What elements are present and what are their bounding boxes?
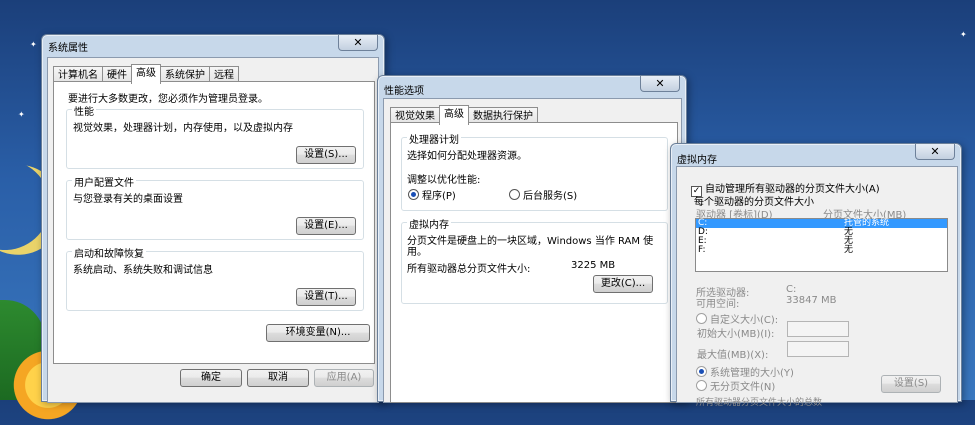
processor-scheduling-group: 处理器计划 选择如何分配处理器资源。 调整以优化性能: 程序(P) 后台服务(S… [401,131,668,211]
vm-desc-line1: 分页文件是硬盘上的一块区域，Windows 当作 RAM 使 [407,236,654,247]
advanced-tab-panel: 处理器计划 选择如何分配处理器资源。 调整以优化性能: 程序(P) 后台服务(S… [390,122,678,403]
window-body: 视觉效果 高级 数据执行保护 处理器计划 选择如何分配处理器资源。 调整以优化性… [383,98,682,403]
radio-custom-size[interactable]: 自定义大小(C): [696,311,778,326]
group-title: 虚拟内存 [407,216,451,231]
close-button[interactable]: ✕ [338,35,378,51]
list-item[interactable]: E: 无 [696,237,947,246]
apply-button[interactable]: 应用(A) [314,369,374,387]
group-desc: 视觉效果，处理器计划，内存使用，以及虚拟内存 [73,123,293,134]
system-properties-titlebar[interactable]: 系统属性 ✕ [42,35,384,55]
group-title: 用户配置文件 [72,174,136,189]
radio-system-managed[interactable]: 系统管理的大小(Y) [696,364,794,379]
performance-group: 性能 视觉效果，处理器计划，内存使用，以及虚拟内存 设置(S)... [66,103,364,169]
window-body: 计算机名 硬件 高级 系统保护 远程 要进行大多数更改，您必须作为管理员登录。 … [47,57,379,403]
close-button[interactable]: ✕ [915,144,955,160]
cancel-button[interactable]: 取消 [247,369,309,387]
free-space-value: 33847 MB [786,295,837,306]
total-size-label: 所有驱动器分页文件大小的总数 [696,398,823,408]
performance-options-window: 性能选项 ✕ 视觉效果 高级 数据执行保护 处理器计划 选择如何分配处理器资源。… [377,75,687,403]
radio-label: 程序(P) [422,191,456,202]
virtual-memory-titlebar[interactable]: 虚拟内存 ✕ [671,144,961,166]
startup-recovery-group: 启动和故障恢复 系统启动、系统失败和调试信息 设置(T)... [66,245,364,311]
window-title: 虚拟内存 [677,155,717,166]
group-desc: 系统启动、系统失败和调试信息 [73,265,213,276]
total-paging-label: 所有驱动器总分页文件大小: [407,264,531,275]
adjust-label: 调整以优化性能: [407,175,481,186]
radio-selected-icon [408,189,419,200]
window-body: ✓ 自动管理所有驱动器的分页文件大小(A) 每个驱动器的分页文件大小 驱动器 [卷… [676,166,958,408]
initial-size-label: 初始大小(MB)(I): [697,329,775,340]
advanced-tab-panel: 要进行大多数更改，您必须作为管理员登录。 性能 视觉效果，处理器计划，内存使用，… [53,81,375,364]
group-desc: 选择如何分配处理器资源。 [407,151,527,162]
max-size-label: 最大值(MB)(X): [697,350,769,361]
vm-desc-line2: 用。 [407,247,427,258]
radio-icon [696,380,707,391]
free-space-label: 可用空间: [696,299,740,310]
selected-drive-value: C: [786,284,797,295]
drive-list[interactable]: C: 托管的系统 D: 无 E: 无 F: 无 [695,218,948,272]
system-properties-window: 系统属性 ✕ 计算机名 硬件 高级 系统保护 远程 要进行大多数更改，您必须作为… [41,34,385,403]
virtual-memory-group: 虚拟内存 分页文件是硬盘上的一块区域，Windows 当作 RAM 使 用。 所… [401,216,668,304]
set-button[interactable]: 设置(S) [881,375,941,393]
radio-selected-icon [696,366,707,377]
virtual-memory-window: 虚拟内存 ✕ ✓ 自动管理所有驱动器的分页文件大小(A) 每个驱动器的分页文件大小… [670,143,962,408]
wallpaper-star: ✦ [18,110,25,119]
group-title: 处理器计划 [407,131,461,146]
startup-settings-button[interactable]: 设置(T)... [296,288,356,306]
performance-settings-button[interactable]: 设置(S)... [296,146,356,164]
environment-variables-button[interactable]: 环境变量(N)... [266,324,370,342]
radio-background-services[interactable]: 后台服务(S) [509,187,577,202]
window-title: 系统属性 [48,43,88,54]
group-title: 性能 [72,103,96,118]
close-button[interactable]: ✕ [640,76,680,92]
radio-icon [696,313,707,324]
total-paging-value: 3225 MB [571,260,616,271]
radio-icon [509,189,520,200]
user-profiles-group: 用户配置文件 与您登录有关的桌面设置 设置(E)... [66,174,364,240]
radio-programs[interactable]: 程序(P) [408,187,456,202]
list-item[interactable]: C: 托管的系统 [696,219,947,228]
performance-options-titlebar[interactable]: 性能选项 ✕ [378,76,686,97]
ok-button[interactable]: 确定 [180,369,242,387]
radio-no-paging[interactable]: 无分页文件(N) [696,378,775,393]
radio-label: 无分页文件(N) [710,382,776,393]
wallpaper-star: ✦ [960,30,967,39]
user-profiles-settings-button[interactable]: 设置(E)... [296,217,356,235]
tab-advanced[interactable]: 高级 [439,105,469,125]
change-button[interactable]: 更改(C)... [593,275,653,293]
max-size-input[interactable] [787,341,849,357]
window-title: 性能选项 [384,86,424,97]
group-desc: 与您登录有关的桌面设置 [73,194,183,205]
initial-size-input[interactable] [787,321,849,337]
group-title: 启动和故障恢复 [72,245,146,260]
wallpaper-star: ✦ [30,40,37,49]
list-item[interactable]: F: 无 [696,246,947,255]
admin-note: 要进行大多数更改，您必须作为管理员登录。 [68,94,268,105]
tab-advanced[interactable]: 高级 [131,64,161,84]
radio-label: 后台服务(S) [523,191,578,202]
list-item[interactable]: D: 无 [696,228,947,237]
